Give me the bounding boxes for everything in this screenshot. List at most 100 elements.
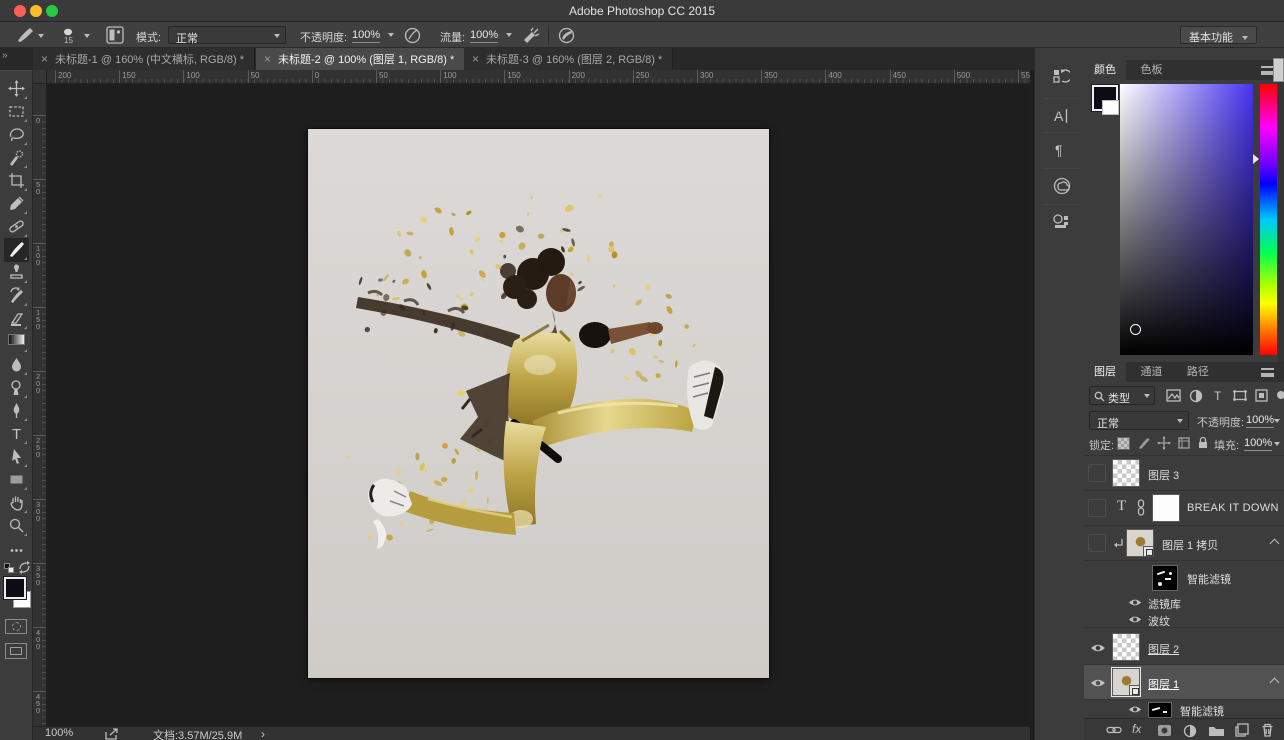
brush-preset-chevron-icon[interactable] xyxy=(38,34,44,38)
hand-tool[interactable] xyxy=(4,491,29,515)
layer-opacity-value[interactable]: 100% xyxy=(1246,414,1275,428)
layer-style-button[interactable]: fx xyxy=(1132,722,1141,736)
lock-all-icon[interactable] xyxy=(1197,436,1209,450)
path-selection-tool[interactable] xyxy=(4,445,29,469)
color-panel-background-swatch[interactable] xyxy=(1102,100,1119,115)
foreground-color-swatch[interactable] xyxy=(3,576,27,600)
shape-tool[interactable] xyxy=(4,468,29,492)
tab-untitled-1[interactable]: × 未标题-1 @ 160% (中文横标, RGB/8) * xyxy=(33,48,256,70)
filter-smart-objects-icon[interactable] xyxy=(1255,389,1268,402)
filter-mask-thumbnail[interactable] xyxy=(1152,565,1178,591)
smoothing-icon[interactable] xyxy=(558,27,575,44)
filter-item-row[interactable]: 波纹 xyxy=(1084,611,1284,628)
brush-picker[interactable]: 15 xyxy=(60,26,94,45)
lasso-tool[interactable] xyxy=(4,123,29,147)
layer-thumbnail[interactable] xyxy=(1112,459,1140,487)
canvas-viewport[interactable] xyxy=(47,84,1030,726)
gradient-tool[interactable] xyxy=(4,330,29,354)
layers-panel-menu-icon[interactable] xyxy=(1261,368,1274,377)
eye-icon[interactable] xyxy=(1128,705,1142,714)
blend-mode-dropdown[interactable]: 正常 xyxy=(1089,411,1189,430)
filter-toggle-icon[interactable] xyxy=(1276,389,1284,402)
layer-name[interactable]: 图层 1 xyxy=(1148,676,1179,692)
layer-filter-type-dropdown[interactable]: 类型 xyxy=(1089,386,1155,405)
smart-filters-row[interactable]: 智能滤镜 xyxy=(1084,561,1284,594)
tab-color[interactable]: 颜色 xyxy=(1084,60,1126,80)
smart-filters-label[interactable]: 智能滤镜 xyxy=(1180,703,1224,719)
workspace-switcher[interactable]: 基本功能 xyxy=(1180,26,1258,44)
layer-name[interactable]: 图层 2 xyxy=(1148,641,1179,657)
tab-layers[interactable]: 图层 xyxy=(1084,362,1126,382)
visibility-toggle[interactable] xyxy=(1088,464,1106,482)
filter-type-layers-icon[interactable]: T xyxy=(1212,389,1225,402)
opacity-chevron-icon[interactable] xyxy=(388,33,394,37)
filter-name[interactable]: 波纹 xyxy=(1148,613,1170,629)
collapse-filters-icon[interactable] xyxy=(1269,538,1280,549)
link-layers-button[interactable] xyxy=(1106,725,1122,735)
move-tool[interactable] xyxy=(4,77,29,101)
filter-item-row[interactable]: 滤镜库 xyxy=(1084,594,1284,611)
tab-untitled-2[interactable]: × 未标题-2 @ 100% (图层 1, RGB/8) * xyxy=(256,48,466,70)
layer-thumbnail[interactable] xyxy=(1126,529,1154,557)
close-tab-icon[interactable]: × xyxy=(41,52,48,66)
filter-name[interactable]: 滤镜库 xyxy=(1148,596,1181,612)
blur-tool[interactable] xyxy=(4,353,29,377)
smart-filters-label[interactable]: 智能滤镜 xyxy=(1187,571,1231,587)
tab-swatches[interactable]: 色板 xyxy=(1130,60,1172,80)
mode-dropdown[interactable]: 正常 xyxy=(168,26,286,45)
tab-paths[interactable]: 路径 xyxy=(1177,362,1219,382)
close-tab-icon[interactable]: × xyxy=(472,52,479,66)
ruler-origin-corner[interactable] xyxy=(33,70,47,84)
lock-pixels-icon[interactable] xyxy=(1137,436,1151,450)
quick-mask-button[interactable] xyxy=(5,619,27,634)
edit-toolbar-ellipsis[interactable] xyxy=(4,539,29,563)
layer-name[interactable]: 图层 1 拷贝 xyxy=(1162,537,1218,553)
saturation-brightness-picker[interactable] xyxy=(1120,84,1253,355)
lock-transparency-icon[interactable] xyxy=(1117,437,1130,450)
zoom-level-field[interactable]: 100% xyxy=(45,727,73,739)
toggle-brush-panel-button[interactable] xyxy=(106,26,124,44)
filter-pixel-layers-icon[interactable] xyxy=(1166,389,1181,402)
pen-tool[interactable] xyxy=(4,399,29,423)
tab-untitled-3[interactable]: × 未标题-3 @ 160% (图层 2, RGB/8) * xyxy=(464,48,674,70)
tablet-pressure-opacity-icon[interactable] xyxy=(404,27,421,44)
layer-name[interactable]: 图层 3 xyxy=(1148,467,1179,483)
visibility-toggle[interactable] xyxy=(1088,534,1106,552)
visibility-toggle[interactable] xyxy=(1088,638,1106,656)
flow-chevron-icon[interactable] xyxy=(506,33,512,37)
lock-artboard-icon[interactable] xyxy=(1177,436,1191,450)
new-layer-button[interactable] xyxy=(1235,723,1249,737)
history-panel-button[interactable] xyxy=(1042,60,1080,94)
layer-row-layer1-selected[interactable]: 图层 1 xyxy=(1084,665,1284,700)
default-colors-icon[interactable] xyxy=(4,563,14,573)
layer-row-layer2[interactable]: 图层 2 xyxy=(1084,630,1284,665)
eraser-tool[interactable] xyxy=(4,307,29,331)
dodge-tool[interactable] xyxy=(4,376,29,400)
type-tool[interactable]: T xyxy=(4,422,29,446)
new-adjustment-layer-button[interactable] xyxy=(1183,724,1197,738)
add-mask-button[interactable] xyxy=(1157,724,1172,737)
eye-icon[interactable] xyxy=(1128,615,1142,624)
layer-fill-value[interactable]: 100% xyxy=(1244,437,1273,451)
layer-fill-chevron-icon[interactable] xyxy=(1274,442,1280,446)
zoom-tool[interactable] xyxy=(4,514,29,538)
airbrush-icon[interactable] xyxy=(522,27,540,44)
layer-thumbnail[interactable] xyxy=(1112,633,1140,661)
document-canvas[interactable] xyxy=(308,129,769,678)
layer-name[interactable]: BREAK IT DOWN xyxy=(1187,502,1279,514)
adobe-stock-panel-button[interactable] xyxy=(1042,204,1080,238)
filter-shape-layers-icon[interactable] xyxy=(1233,389,1247,402)
visibility-toggle[interactable] xyxy=(1088,673,1106,691)
quick-selection-tool[interactable] xyxy=(4,146,29,170)
hue-slider[interactable] xyxy=(1260,84,1277,355)
brush-tool[interactable] xyxy=(4,238,29,262)
layer-row-layer3[interactable]: 图层 3 xyxy=(1084,456,1284,491)
delete-layer-button[interactable] xyxy=(1261,723,1274,737)
swap-colors-icon[interactable] xyxy=(18,561,31,574)
layer-opacity-chevron-icon[interactable] xyxy=(1274,419,1280,423)
layer-row-layer1-copy[interactable]: 图层 1 拷贝 xyxy=(1084,526,1284,561)
tab-channels[interactable]: 通道 xyxy=(1130,362,1172,382)
eye-icon[interactable] xyxy=(1128,598,1142,607)
tab-overflow-icon[interactable]: » xyxy=(2,50,7,61)
status-expand-icon[interactable]: › xyxy=(261,727,265,740)
